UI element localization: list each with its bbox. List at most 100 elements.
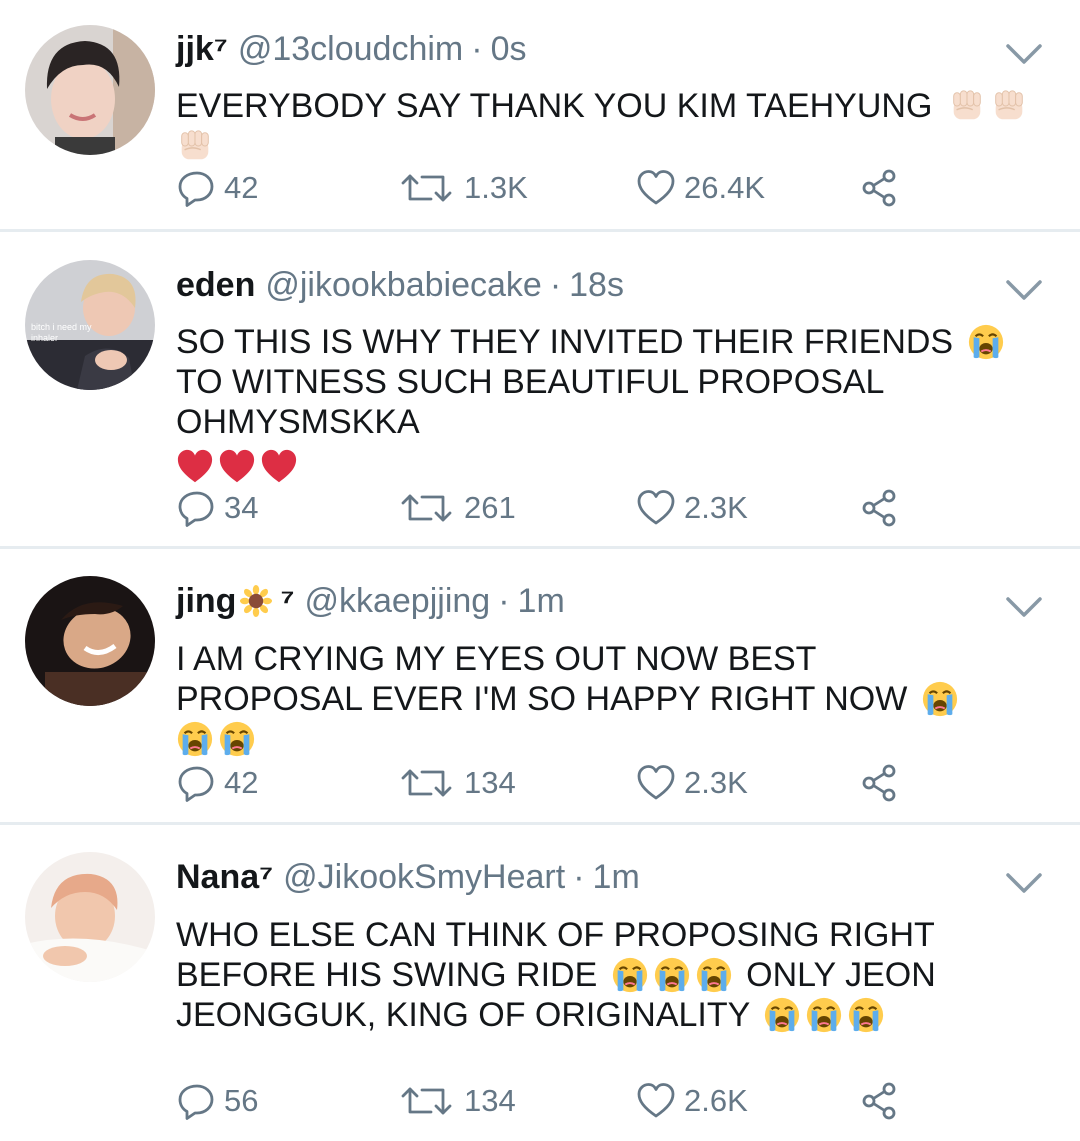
- reply-icon: [176, 488, 216, 528]
- reply-count: 42: [224, 170, 259, 205]
- share-button[interactable]: [860, 1077, 900, 1125]
- avatar-nana[interactable]: [25, 852, 155, 982]
- user-handle[interactable]: @kkaepjjing: [304, 582, 490, 621]
- tweet-header: Nana⁷ @JikookSmyHeart · 1m: [176, 855, 640, 899]
- reply-icon: [176, 763, 216, 803]
- share-icon: [860, 763, 900, 803]
- loudly-crying-face-icon: [763, 996, 801, 1034]
- loudly-crying-face-icon: [176, 720, 214, 758]
- timestamp[interactable]: 1m: [593, 858, 640, 897]
- tweet-text-part: EVERYBODY SAY THANK YOU KIM TAEHYUNG: [176, 87, 933, 125]
- timestamp[interactable]: 0s: [491, 30, 527, 69]
- red-heart-icon: [176, 448, 214, 486]
- user-handle[interactable]: @jikookbabiecake: [265, 266, 541, 305]
- retweet-button[interactable]: 261: [400, 484, 516, 532]
- loudly-crying-face-icon: [611, 956, 649, 994]
- timestamp[interactable]: 1m: [518, 582, 565, 621]
- like-icon: [636, 168, 676, 208]
- share-icon: [860, 1081, 900, 1121]
- loudly-crying-face-icon: [218, 720, 256, 758]
- tweet-header: eden @jikookbabiecake · 18s: [176, 263, 624, 307]
- retweet-button[interactable]: 134: [400, 759, 516, 807]
- raised-fist-icon: [990, 87, 1028, 125]
- tweet-text: SO THIS IS WHY THEY INVITED THEIR FRIEND…: [176, 322, 1056, 487]
- avatar-image: [25, 25, 155, 155]
- avatar-caption: bitch i need my inhaler: [31, 322, 92, 343]
- tweet-text-part: TO WITNESS SUCH BEAUTIFUL PROPOSAL OHMYS…: [176, 363, 884, 441]
- retweet-button[interactable]: 1.3K: [400, 164, 528, 212]
- like-button[interactable]: 2.3K: [636, 759, 748, 807]
- like-count: 2.6K: [684, 1083, 748, 1118]
- retweet-count: 1.3K: [464, 170, 528, 205]
- share-button[interactable]: [860, 759, 900, 807]
- reply-icon: [176, 168, 216, 208]
- display-name[interactable]: jjk⁷: [176, 30, 228, 69]
- retweet-icon: [400, 168, 456, 208]
- raised-fist-icon: [176, 127, 214, 165]
- share-icon: [860, 488, 900, 528]
- loudly-crying-face-icon: [695, 956, 733, 994]
- tweet-text: I AM CRYING MY EYES OUT NOW BEST PROPOSA…: [176, 639, 996, 759]
- chevron-down-icon[interactable]: [1003, 869, 1045, 897]
- avatar-jing[interactable]: [25, 576, 155, 706]
- reply-count: 42: [224, 765, 259, 800]
- tweet-3[interactable]: jing ⁷ @kkaepjjing · 1m I AM CRYING MY E…: [0, 549, 1080, 822]
- tweet-4[interactable]: Nana⁷ @JikookSmyHeart · 1m WHO ELSE CAN …: [0, 825, 1080, 1141]
- tweet-text-part: I AM CRYING MY EYES OUT NOW BEST PROPOSA…: [176, 640, 908, 718]
- separator-dot: ·: [471, 29, 483, 68]
- avatar-image: [25, 852, 155, 982]
- avatar-image: [25, 576, 155, 706]
- separator-dot: ·: [498, 581, 510, 620]
- timestamp[interactable]: 18s: [569, 266, 624, 305]
- red-heart-icon: [260, 448, 298, 486]
- display-name[interactable]: eden: [176, 266, 255, 305]
- like-icon: [636, 763, 676, 803]
- loudly-crying-face-icon: [847, 996, 885, 1034]
- reply-icon: [176, 1081, 216, 1121]
- share-button[interactable]: [860, 164, 900, 212]
- chevron-down-icon[interactable]: [1003, 40, 1045, 68]
- tweet-text: WHO ELSE CAN THINK OF PROPOSING RIGHT BE…: [176, 915, 1056, 1035]
- display-name[interactable]: Nana⁷: [176, 858, 273, 897]
- loudly-crying-face-icon: [805, 996, 843, 1034]
- tweet-1[interactable]: jjk⁷ @13cloudchim · 0s EVERYBODY SAY THA…: [0, 0, 1080, 230]
- share-button[interactable]: [860, 484, 900, 532]
- tweet-text: EVERYBODY SAY THANK YOU KIM TAEHYUNG: [176, 86, 1056, 166]
- tweet-2[interactable]: bitch i need my inhaler eden @jikookbabi…: [0, 232, 1080, 546]
- like-button[interactable]: 26.4K: [636, 164, 765, 212]
- reply-button[interactable]: 56: [176, 1077, 258, 1125]
- reply-button[interactable]: 34: [176, 484, 258, 532]
- loudly-crying-face-icon: [921, 680, 959, 718]
- raised-fist-icon: [948, 87, 986, 125]
- like-icon: [636, 488, 676, 528]
- separator-dot: ·: [549, 265, 562, 304]
- like-button[interactable]: 2.3K: [636, 484, 748, 532]
- reply-count: 56: [224, 1083, 259, 1118]
- avatar-jjk[interactable]: [25, 25, 155, 155]
- loudly-crying-face-icon: [653, 956, 691, 994]
- chevron-down-icon[interactable]: [1003, 276, 1045, 304]
- like-button[interactable]: 2.6K: [636, 1077, 748, 1125]
- tweet-actions: 56 134 2.6K: [0, 1077, 1080, 1125]
- reply-button[interactable]: 42: [176, 759, 258, 807]
- like-count: 26.4K: [684, 170, 766, 205]
- chevron-down-icon[interactable]: [1003, 593, 1045, 621]
- user-handle[interactable]: @13cloudchim: [238, 30, 463, 69]
- retweet-button[interactable]: 134: [400, 1077, 516, 1125]
- reply-button[interactable]: 42: [176, 164, 258, 212]
- avatar-eden[interactable]: bitch i need my inhaler: [25, 260, 155, 390]
- user-handle[interactable]: @JikookSmyHeart: [283, 858, 565, 897]
- retweet-count: 134: [464, 1083, 516, 1118]
- loudly-crying-face-icon: [967, 323, 1005, 361]
- separator-dot: ·: [573, 857, 585, 896]
- share-icon: [860, 168, 900, 208]
- sunflower-icon: [240, 585, 272, 617]
- retweet-icon: [400, 1081, 456, 1121]
- red-heart-icon: [218, 448, 256, 486]
- tweet-header: jjk⁷ @13cloudchim · 0s: [176, 27, 527, 71]
- name-suffix: ⁷: [280, 581, 295, 620]
- like-icon: [636, 1081, 676, 1121]
- tweet-actions: 42 1.3K 26.4K: [0, 164, 1080, 212]
- display-name[interactable]: jing: [176, 582, 236, 621]
- reply-count: 34: [224, 490, 259, 525]
